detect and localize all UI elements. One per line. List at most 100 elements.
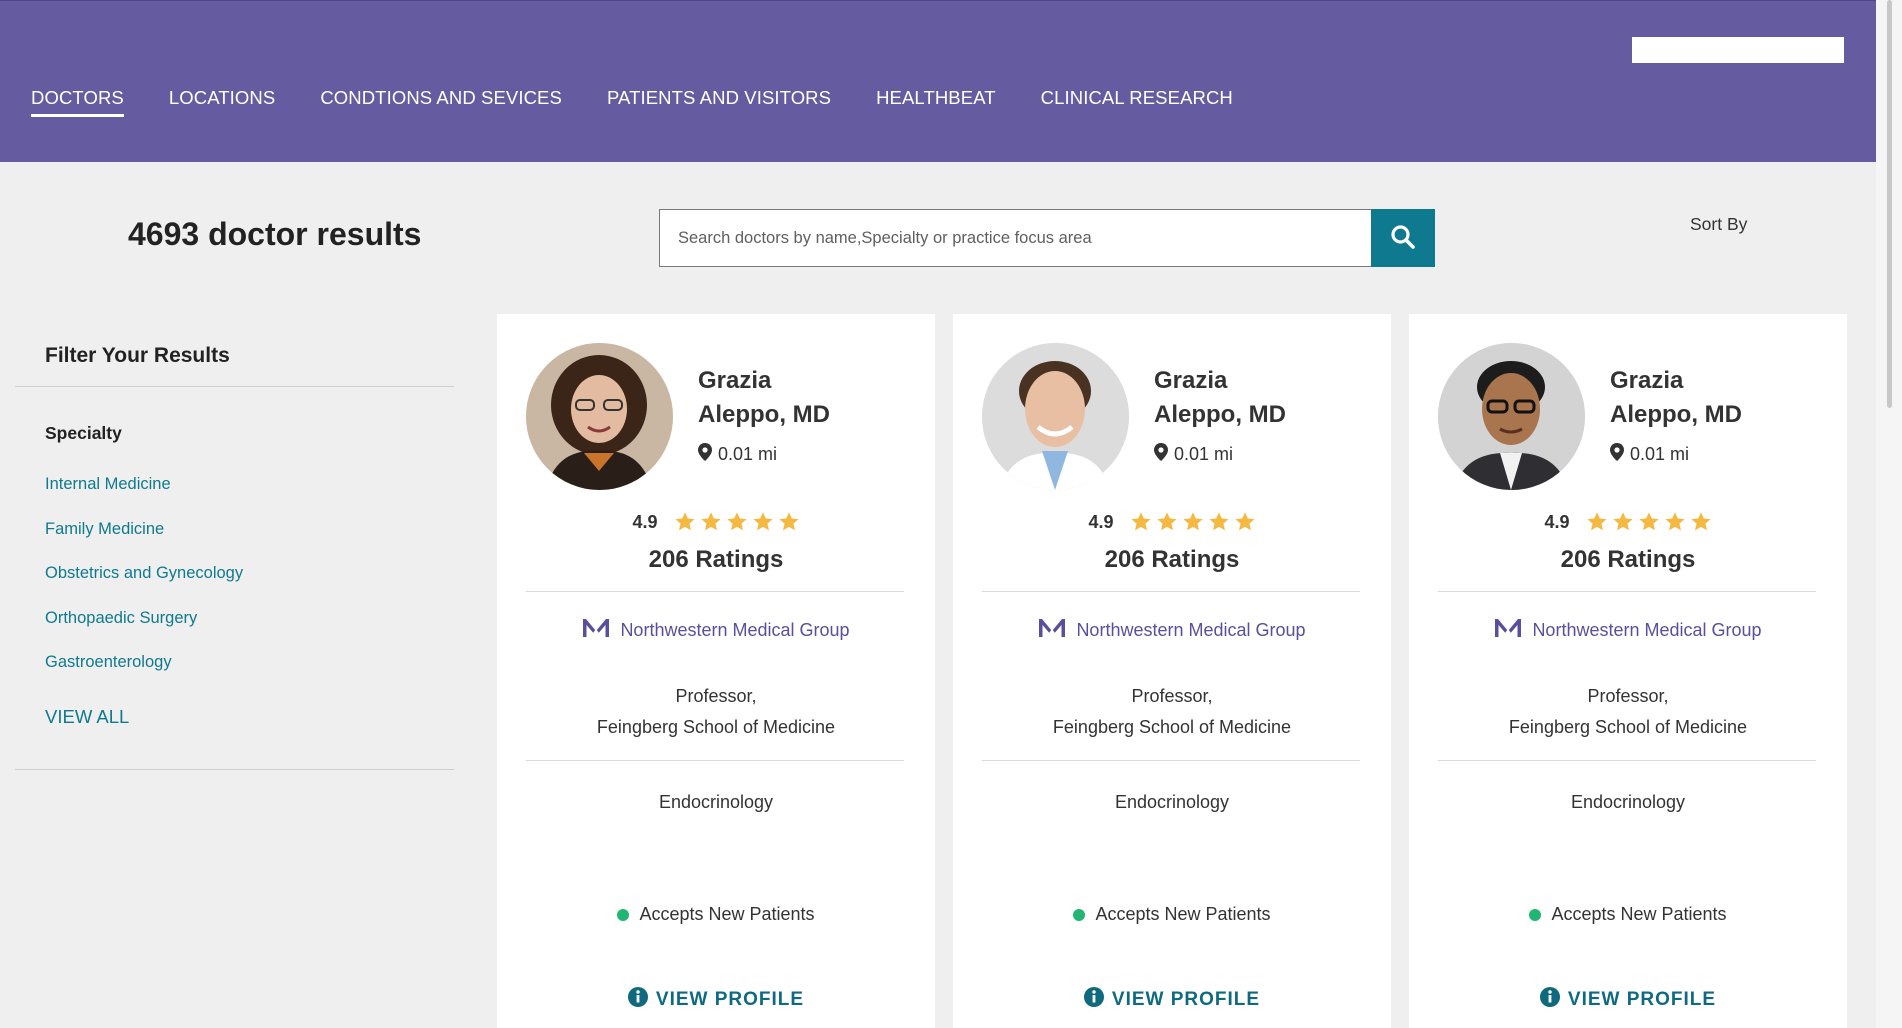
- star-icon: [1638, 512, 1659, 531]
- filter-item-obstetrics-and-gynecology[interactable]: Obstetrics and Gynecology: [45, 564, 243, 582]
- accepts-new-patients: Accepts New Patients: [497, 904, 935, 925]
- doctor-first-name: Grazia: [1154, 367, 1228, 394]
- doctor-name[interactable]: Grazia Aleppo, MD: [698, 364, 918, 432]
- filter-item-family-medicine[interactable]: Family Medicine: [45, 520, 164, 538]
- academic-affiliation: Feingberg School of Medicine: [1052, 717, 1292, 737]
- distance: 0.01 mi: [1154, 443, 1233, 466]
- view-profile-label: VIEW PROFILE: [1111, 989, 1261, 1010]
- rating-score: 4.9: [632, 511, 658, 532]
- nm-logo-icon: [1494, 618, 1522, 643]
- medical-group: Northwestern Medical Group: [953, 618, 1391, 643]
- distance-text: 0.01 mi: [1630, 444, 1690, 464]
- star-rating: [674, 511, 800, 533]
- info-icon: [627, 987, 648, 1013]
- info-icon: [1539, 987, 1560, 1013]
- ratings-count[interactable]: 206 Ratings: [497, 546, 935, 574]
- nav-locations[interactable]: LOCATIONS: [169, 87, 275, 117]
- academic-title: Professor,: [1131, 686, 1213, 706]
- divider: [15, 769, 454, 770]
- star-icon: [726, 512, 747, 531]
- filter-item-internal-medicine[interactable]: Internal Medicine: [45, 475, 171, 493]
- ratings-count[interactable]: 206 Ratings: [1409, 546, 1847, 574]
- divider: [1438, 591, 1816, 592]
- doctor-search: [659, 209, 1435, 267]
- doctor-photo-man-smiling-icon: [982, 343, 1129, 490]
- doctor-photo: [526, 343, 673, 490]
- status-dot-icon: [1529, 908, 1542, 921]
- doctor-last-name: Aleppo, MD: [698, 401, 830, 428]
- view-profile-button[interactable]: VIEW PROFILE: [497, 987, 935, 1013]
- doctor-photo-man-glasses-icon: [1438, 343, 1585, 490]
- doctor-search-input[interactable]: [659, 209, 1371, 267]
- results-count: 4693 doctor results: [128, 216, 422, 252]
- view-all-specialties-link[interactable]: VIEW ALL: [45, 706, 129, 728]
- nm-logo-icon: [1038, 618, 1066, 643]
- view-profile-button[interactable]: VIEW PROFILE: [1409, 987, 1847, 1013]
- search-button[interactable]: [1371, 209, 1435, 267]
- nm-logo-icon: [582, 618, 610, 643]
- doctor-last-name: Aleppo, MD: [1154, 401, 1286, 428]
- sort-by-dropdown[interactable]: Sort By: [1690, 214, 1747, 235]
- rating-row: 4.9: [1409, 511, 1847, 533]
- ratings-count[interactable]: 206 Ratings: [953, 546, 1391, 574]
- filter-item-gastroenterology[interactable]: Gastroenterology: [45, 653, 172, 671]
- divider: [982, 760, 1360, 761]
- filter-title: Filter Your Results: [45, 344, 230, 367]
- star-icon: [1156, 512, 1177, 531]
- academic-affiliation: Feingberg School of Medicine: [1508, 717, 1748, 737]
- medical-group-link[interactable]: Northwestern Medical Group: [1076, 620, 1305, 641]
- map-pin-icon: [1610, 443, 1624, 466]
- star-icon: [1182, 512, 1203, 531]
- accepts-text: Accepts New Patients: [639, 904, 815, 924]
- medical-group: Northwestern Medical Group: [497, 618, 935, 643]
- star-icon: [1690, 512, 1711, 531]
- star-icon: [1612, 512, 1633, 531]
- distance-text: 0.01 mi: [1174, 444, 1234, 464]
- doctor-first-name: Grazia: [1610, 367, 1684, 394]
- nav-patients-and-visitors[interactable]: PATIENTS AND VISITORS: [607, 87, 831, 117]
- rating-row: 4.9: [953, 511, 1391, 533]
- doctor-photo: [982, 343, 1129, 490]
- doctor-card: Grazia Aleppo, MD 0.01 mi 4.9 206 Rating…: [497, 314, 935, 1028]
- search-icon: [1390, 224, 1416, 253]
- status-dot-icon: [617, 908, 630, 921]
- doctor-last-name: Aleppo, MD: [1610, 401, 1742, 428]
- header-search-box[interactable]: [1632, 37, 1844, 63]
- medical-group-link[interactable]: Northwestern Medical Group: [1532, 620, 1761, 641]
- distance: 0.01 mi: [1610, 443, 1689, 466]
- star-icon: [1586, 512, 1607, 531]
- star-icon: [1234, 512, 1255, 531]
- top-navigation-bar: DOCTORS LOCATIONS CONDTIONS AND SEVICES …: [0, 0, 1876, 163]
- academic-affiliation: Feingberg School of Medicine: [596, 717, 836, 737]
- scrollbar-thumb[interactable]: [1887, 0, 1892, 408]
- status-dot-icon: [1073, 908, 1086, 921]
- info-icon: [1083, 987, 1104, 1013]
- doctor-specialty: Endocrinology: [1570, 792, 1686, 812]
- view-profile-label: VIEW PROFILE: [655, 989, 805, 1010]
- doctor-card: Grazia Aleppo, MD 0.01 mi 4.9 206 Rating…: [1409, 314, 1847, 1028]
- doctor-photo: [1438, 343, 1585, 490]
- star-rating: [1586, 511, 1712, 533]
- doctor-name[interactable]: Grazia Aleppo, MD: [1154, 364, 1374, 432]
- doctor-first-name: Grazia: [698, 367, 772, 394]
- main-nav: DOCTORS LOCATIONS CONDTIONS AND SEVICES …: [31, 87, 1233, 117]
- divider: [982, 591, 1360, 592]
- star-icon: [1130, 512, 1151, 531]
- nav-conditions-and-services[interactable]: CONDTIONS AND SEVICES: [320, 87, 562, 117]
- filter-item-orthopaedic-surgery[interactable]: Orthopaedic Surgery: [45, 609, 197, 627]
- divider: [15, 386, 454, 387]
- nav-healthbeat[interactable]: HEALTHBEAT: [876, 87, 996, 117]
- star-icon: [778, 512, 799, 531]
- star-icon: [700, 512, 721, 531]
- doctor-specialty: Endocrinology: [1114, 792, 1230, 812]
- doctor-name[interactable]: Grazia Aleppo, MD: [1610, 364, 1830, 432]
- divider: [526, 591, 904, 592]
- view-profile-button[interactable]: VIEW PROFILE: [953, 987, 1391, 1013]
- nav-doctors[interactable]: DOCTORS: [31, 87, 124, 117]
- doctor-card: Grazia Aleppo, MD 0.01 mi 4.9 206 Rating…: [953, 314, 1391, 1028]
- rating-score: 4.9: [1088, 511, 1114, 532]
- nav-clinical-research[interactable]: CLINICAL RESEARCH: [1041, 87, 1233, 117]
- medical-group-link[interactable]: Northwestern Medical Group: [620, 620, 849, 641]
- divider: [1438, 760, 1816, 761]
- view-profile-label: VIEW PROFILE: [1567, 989, 1717, 1010]
